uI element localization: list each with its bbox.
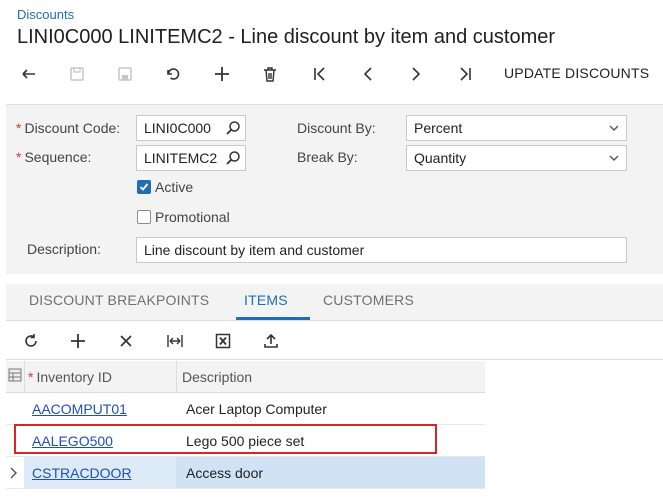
upload-icon[interactable] [258, 329, 284, 353]
page-title: LINI0C000 LINITEMC2 - Line discount by i… [17, 26, 556, 48]
tab-items[interactable]: ITEMS [244, 292, 288, 308]
copy-icon[interactable] [62, 58, 92, 90]
sequence-label: * Sequence: [16, 149, 92, 165]
search-icon[interactable] [225, 150, 241, 166]
grid-header: * Inventory ID Description [6, 361, 485, 393]
break-by-select[interactable]: Quantity [406, 145, 627, 171]
main-toolbar: UPDATE DISCOUNTS [0, 58, 663, 90]
promotional-label: Promotional [155, 209, 230, 225]
add-icon[interactable] [65, 329, 91, 353]
sequence-field[interactable]: LINITEMC2 [136, 145, 246, 171]
add-icon[interactable] [207, 58, 237, 90]
delete-icon[interactable] [113, 329, 139, 353]
discount-code-field[interactable]: LINI0C000 [136, 115, 246, 141]
inventory-id-link[interactable]: AACOMPUT01 [32, 401, 127, 417]
discount-by-select[interactable]: Percent [406, 115, 627, 141]
chevron-down-icon [609, 125, 619, 131]
update-discounts-button[interactable]: UPDATE DISCOUNTS [504, 65, 649, 81]
table-row[interactable]: AACOMPUT01 Acer Laptop Computer [6, 393, 485, 425]
back-icon[interactable] [14, 58, 44, 90]
next-icon[interactable] [401, 58, 431, 90]
chevron-down-icon [609, 155, 619, 161]
last-icon[interactable] [450, 58, 480, 90]
active-checkbox[interactable] [137, 180, 151, 194]
save-icon[interactable] [110, 58, 140, 90]
delete-icon[interactable] [255, 58, 285, 90]
row-selector-icon[interactable] [8, 368, 22, 382]
tab-discount-breakpoints[interactable]: DISCOUNT BREAKPOINTS [29, 292, 209, 308]
grid-toolbar [6, 320, 663, 360]
description-label: Description: [27, 241, 101, 257]
export-excel-icon[interactable] [210, 329, 236, 353]
discount-by-label: Discount By: [297, 120, 376, 136]
description-field[interactable]: Line discount by item and customer [136, 237, 627, 263]
table-row-selected[interactable]: CSTRACDOOR Access door [6, 457, 485, 489]
active-label: Active [155, 179, 194, 195]
column-header-description[interactable]: Description [182, 369, 252, 385]
check-icon [139, 183, 149, 191]
search-icon[interactable] [225, 120, 241, 136]
first-icon[interactable] [305, 58, 335, 90]
refresh-icon[interactable] [18, 329, 44, 353]
column-header-inventory-id[interactable]: * Inventory ID [28, 369, 112, 385]
highlight-box [14, 424, 437, 454]
break-by-label: Break By: [297, 149, 358, 165]
undo-icon[interactable] [158, 58, 188, 90]
breadcrumb[interactable]: Discounts [17, 7, 74, 22]
description-cell: Acer Laptop Computer [186, 401, 327, 417]
discount-code-label: * Discount Code: [16, 120, 121, 136]
tab-bar: DISCOUNT BREAKPOINTS ITEMS CUSTOMERS [6, 284, 663, 320]
tab-customers[interactable]: CUSTOMERS [323, 292, 414, 308]
prev-icon[interactable] [353, 58, 383, 90]
promotional-checkbox[interactable] [137, 210, 151, 224]
inventory-id-link[interactable]: CSTRACDOOR [32, 465, 132, 481]
fit-columns-icon[interactable] [162, 329, 188, 353]
description-cell[interactable]: Access door [186, 465, 263, 481]
current-row-arrow-icon [10, 467, 17, 479]
